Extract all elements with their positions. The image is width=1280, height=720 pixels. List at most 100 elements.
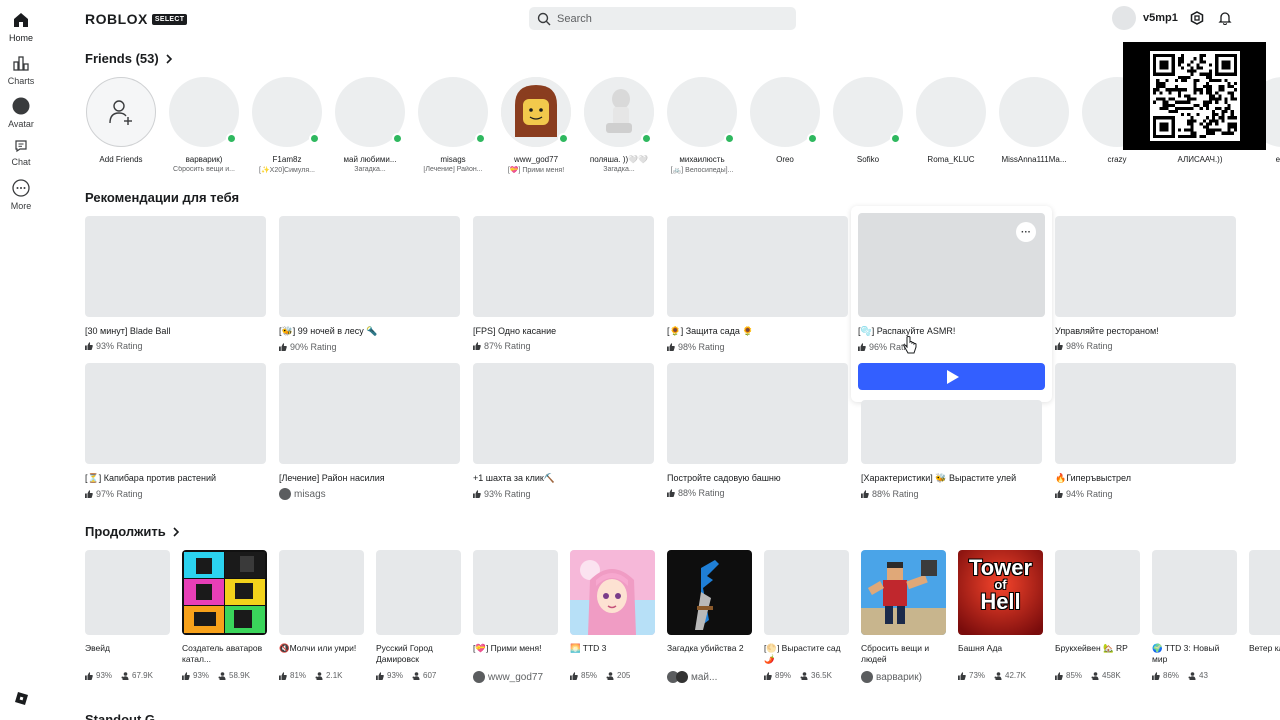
add-friends[interactable]: Add Friends [85,77,157,164]
friend-item[interactable]: Oreo [749,77,821,164]
friend-status: [💝] Прими меня! [507,167,565,174]
friend-name: михаилюсть [679,155,725,164]
continue-header[interactable]: Продолжить [85,524,180,539]
rating-text: 98% Rating [1066,341,1113,351]
nav-charts-label: Charts [7,76,35,86]
game-card[interactable]: 🔥Гиперъвыстрел 94% Rating [1055,363,1236,499]
game-card[interactable]: [FPS] Одно касание 87% Rating [473,216,654,351]
game-card[interactable]: Управляйте рестораном! 98% Rating [1055,216,1236,351]
rating-text: misags [294,488,326,500]
continue-card[interactable]: [💝] Прими меня! www_god77 [473,550,558,683]
game-thumbnail [279,363,460,464]
continue-players: 607 [423,671,437,680]
more-icon [12,179,30,197]
friend-name: crazy [1107,155,1127,164]
continue-name: [🌕] Вырастите сад 🌶️ [764,643,841,664]
continue-card[interactable]: Загадка убийства 2 май... [667,550,752,683]
continue-stats: 93% 58.9K [182,671,267,680]
friend-avatar [584,77,654,147]
continue-card[interactable]: Сбросить вещи и людей варварик) [861,550,946,683]
friend-item[interactable]: www_god77 [💝] Прими меня! [500,77,572,174]
continue-stats: 85% 458K [1055,671,1140,680]
continue-card[interactable]: Ветер клини... [1249,550,1280,671]
game-title: [🫧] Распакуйте ASMR! [858,326,956,336]
thumbs-up-icon [1055,342,1063,350]
continue-thumbnail [861,550,946,635]
friend-item[interactable]: михаилюсть [🚲] Велосипеды]... [666,77,738,174]
game-thumbnail [473,363,654,464]
game-rating: 90% Rating [279,342,460,352]
search-input[interactable] [557,12,757,25]
friend-item[interactable]: F1am8z [✨X20]Симуля... [251,77,323,174]
thumbs-up-icon [182,671,190,680]
continue-card[interactable]: [🌕] Вырастите сад 🌶️ 89% 36.5K [764,550,849,680]
continue-card[interactable]: 🌍 TTD 3: Новый мир 86% 43 [1152,550,1237,680]
continue-players: 36.5K [811,671,832,680]
friend-item[interactable]: май любими... Загадка... [334,77,406,173]
logo-badge: SELECT [151,13,188,25]
more-options-button[interactable]: ··· [1016,222,1036,242]
add-friend-icon [109,100,132,125]
continue-name: Сбросить вещи и людей [861,643,930,664]
online-indicator [309,133,320,144]
search-bar[interactable] [529,7,796,30]
continue-stats: 93% 607 [376,671,461,680]
continue-card[interactable]: Брукхейвен 🏡 RP 85% 458K [1055,550,1140,680]
game-rating: 98% Rating [1055,341,1236,351]
friend-name: MissAnna111Ma... [1001,155,1067,164]
friend-name: Sofiko [856,155,880,164]
nav-avatar[interactable]: Avatar [0,97,42,129]
play-button[interactable] [858,363,1045,390]
avatar-icon [12,97,30,115]
game-card[interactable]: +1 шахта за клик⛏️ 93% Rating [473,363,654,499]
roblox-logo-small[interactable] [0,692,42,709]
thumbs-up-icon [1055,490,1063,498]
friend-item[interactable]: misags [Лечение] Район... [417,77,489,173]
top-icons [1190,11,1232,25]
continue-card[interactable]: 🔇Молчи или умри! 81% 2.1K [279,550,364,680]
nav-chat[interactable]: Chat [0,139,42,167]
friend-item[interactable]: варварик) Сбросить вещи и... [168,77,240,173]
continue-thumbnail [376,550,461,635]
rating-text: 88% Rating [678,488,725,498]
username: v5mp1 [1143,12,1178,24]
game-card[interactable]: [🌻] Защита сада 🌻 98% Rating [667,216,848,352]
continue-card[interactable]: Создатель аватаров катал... 93% 58.9K [182,550,267,680]
game-rating: 88% Rating [861,489,1042,499]
friend-item[interactable]: Roma_KLUC [915,77,987,164]
continue-name: Эвейд [85,643,110,653]
friend-avatar [999,77,1069,147]
continue-thumbnail [1249,550,1280,635]
game-card[interactable]: [⏳] Капибара против растений 97% Rating [85,363,266,499]
game-card[interactable]: [Лечение] Район насилия misags [279,363,460,500]
continue-card[interactable]: Эвейд 93% 67.9K [85,550,170,680]
thumbs-up-icon [861,490,869,498]
game-card[interactable]: [🐝] 99 ночей в лесу 🔦 90% Rating [279,216,460,352]
bell-icon[interactable] [1218,11,1232,25]
players-icon [1188,671,1196,680]
play-icon [946,369,959,384]
continue-name: Русский Город Дамировск [376,643,433,664]
friend-avatar [501,77,571,147]
roblox-logo[interactable]: ROBLOX SELECT [85,11,188,27]
nav-charts[interactable]: Charts [0,54,42,86]
game-thumbnail [861,400,1042,464]
continue-card[interactable]: 🌅 TTD 3 85% 205 [570,550,655,680]
continue-name: 🌅 TTD 3 [570,643,607,653]
friend-item[interactable]: MissAnna111Ma... [998,77,1070,164]
friends-header[interactable]: Friends (53) [85,51,173,66]
friend-item[interactable]: поляша. ))🤍🤍 Загадка... [583,77,655,173]
continue-card[interactable]: Русский Город Дамировск 93% 607 [376,550,461,680]
continue-card[interactable]: Tower of Hell Башня Ада 73% 42.7K [958,550,1043,680]
user-profile[interactable]: v5mp1 [1112,6,1178,30]
continue-thumbnail [182,550,267,635]
nav-home[interactable]: Home [0,11,42,43]
nav-chat-label: Chat [11,157,31,167]
robux-icon[interactable] [1190,11,1204,25]
continue-stats: www_god77 [473,671,558,683]
nav-more[interactable]: More [0,179,42,211]
game-card[interactable]: Постройте садовую башню 88% Rating [667,363,848,498]
game-card[interactable]: [30 минут] Blade Ball 93% Rating [85,216,266,351]
rating-text: 98% Rating [678,342,725,352]
friend-item[interactable]: Sofiko [832,77,904,164]
